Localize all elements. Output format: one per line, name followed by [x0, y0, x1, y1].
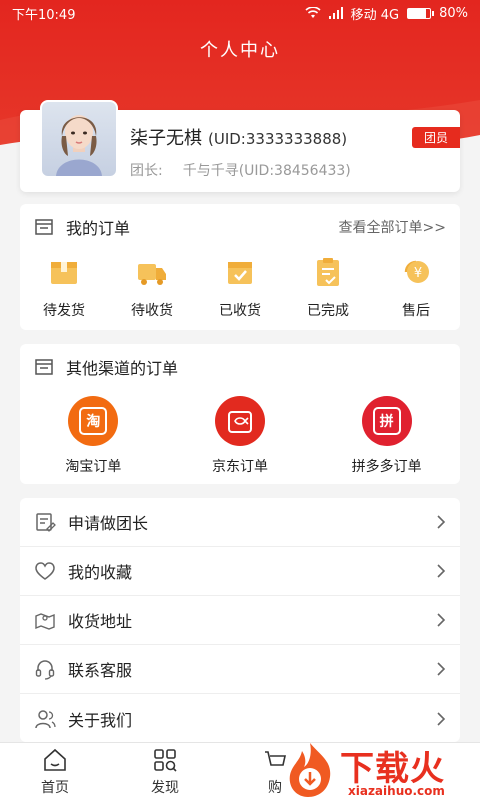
pinduoduo-orders[interactable]: 拼 拼多多订单: [327, 396, 447, 476]
order-after-sale[interactable]: ¥ 售后: [376, 256, 456, 320]
my-orders-header: 我的订单 查看全部订单>>: [20, 204, 460, 250]
menu-address[interactable]: 收货地址: [20, 596, 460, 645]
order-list-icon: [35, 359, 53, 375]
watermark-logo: 下载火 xiazaihuo.com: [280, 738, 480, 800]
status-battery: 80%: [439, 5, 468, 21]
headset-icon: [35, 660, 55, 680]
wifi-icon: [305, 7, 321, 18]
jd-orders-label: 京东订单: [211, 459, 268, 475]
menu-about-us-label: 关于我们: [68, 710, 133, 730]
order-to-receive-label: 待收货: [131, 303, 173, 319]
pinduoduo-icon: 拼: [361, 396, 412, 446]
settings-menu: 申请做团长 我的收藏 收货地址 联系客服 关于我们: [20, 498, 460, 742]
watermark-url: xiazaihuo.com: [348, 784, 445, 798]
home-icon: [44, 748, 66, 771]
tab-discover-label: 发现: [151, 780, 179, 796]
order-received-label: 已收货: [219, 303, 261, 319]
avatar[interactable]: [40, 100, 118, 178]
profile-name: 柒子无棋: [130, 128, 202, 149]
users-icon: [35, 709, 56, 728]
chevron-right-icon: [437, 564, 446, 578]
tab-discover[interactable]: 发现: [110, 743, 220, 800]
box-icon: [51, 262, 77, 284]
heart-icon: [35, 562, 55, 580]
menu-apply-leader-label: 申请做团长: [68, 514, 149, 533]
avatar-image: [56, 115, 102, 176]
menu-customer-service[interactable]: 联系客服: [20, 645, 460, 694]
order-received[interactable]: 已收货: [200, 256, 280, 320]
menu-favorites[interactable]: 我的收藏: [20, 547, 460, 596]
status-time: 下午10:49: [12, 7, 76, 23]
apply-icon: [36, 513, 56, 532]
taobao-icon: 淘: [68, 396, 119, 446]
menu-favorites-label: 我的收藏: [68, 563, 133, 582]
page-title: 个人中心: [200, 40, 280, 61]
leader-label: 团长:: [130, 163, 163, 179]
taobao-orders[interactable]: 淘 淘宝订单: [33, 396, 153, 476]
order-after-sale-label: 售后: [402, 303, 430, 319]
flame-logo-icon: [289, 743, 331, 797]
status-carrier: 移动 4G: [350, 7, 400, 23]
order-to-ship[interactable]: 待发货: [24, 256, 104, 320]
profile-card[interactable]: 柒子无棋 (UID:3333333888) 团长: 千与千寻(UID:3845643…: [20, 100, 460, 192]
tab-home[interactable]: 首页: [0, 743, 110, 800]
view-all-orders-link[interactable]: 查看全部订单>>: [339, 217, 446, 237]
profile-name-line: 柒子无棋 (UID:3333333888): [130, 124, 347, 150]
profile-uid: (UID:3333333888): [208, 130, 348, 148]
taobao-orders-label: 淘宝订单: [65, 459, 122, 475]
watermark-text: 下载火: [340, 749, 445, 789]
tab-home-label: 首页: [41, 780, 69, 796]
pinduoduo-orders-label: 拼多多订单: [351, 459, 422, 475]
menu-customer-service-label: 联系客服: [68, 661, 133, 680]
received-icon: [228, 262, 252, 284]
discover-icon: [154, 749, 177, 772]
completed-icon: [317, 258, 339, 286]
after-sale-icon: ¥: [404, 260, 429, 283]
leader-name: 千与千寻: [182, 163, 239, 179]
truck-icon: [138, 264, 166, 285]
leader-uid: (UID:38456433): [238, 163, 351, 179]
leader-line: 团长: 千与千寻(UID:38456433): [130, 160, 351, 180]
jd-orders[interactable]: 京东订单: [180, 396, 300, 476]
role-badge: 团员: [411, 127, 460, 148]
my-orders-card: 我的订单 查看全部订单>> 待发货 待收货 已收货 已完成 ¥ 售后: [20, 204, 460, 330]
signal-icon: [328, 7, 343, 19]
chevron-right-icon: [437, 515, 446, 529]
chevron-right-icon: [437, 613, 446, 627]
order-to-ship-label: 待发货: [43, 303, 85, 319]
status-bar: 下午10:49 移动 4G 80%: [0, 0, 480, 26]
order-completed[interactable]: 已完成: [288, 256, 368, 320]
other-orders-header: 其他渠道的订单: [20, 344, 460, 390]
chevron-right-icon: [437, 711, 446, 726]
menu-about-us[interactable]: 关于我们: [20, 694, 460, 743]
order-to-receive[interactable]: 待收货: [112, 256, 192, 320]
other-orders-title: 其他渠道的订单: [66, 359, 179, 378]
my-orders-title: 我的订单: [66, 219, 131, 238]
other-orders-card: 其他渠道的订单 淘 淘宝订单 京东订单 拼 拼多多订单: [20, 344, 460, 484]
svg-text:¥: ¥: [414, 266, 422, 281]
order-list-icon: [35, 219, 53, 235]
menu-address-label: 收货地址: [68, 612, 133, 631]
chevron-right-icon: [437, 662, 446, 676]
jd-icon: [214, 396, 265, 446]
battery-icon: [407, 7, 435, 19]
menu-apply-leader[interactable]: 申请做团长: [20, 498, 460, 547]
map-icon: [35, 613, 55, 630]
order-completed-label: 已完成: [307, 303, 349, 319]
